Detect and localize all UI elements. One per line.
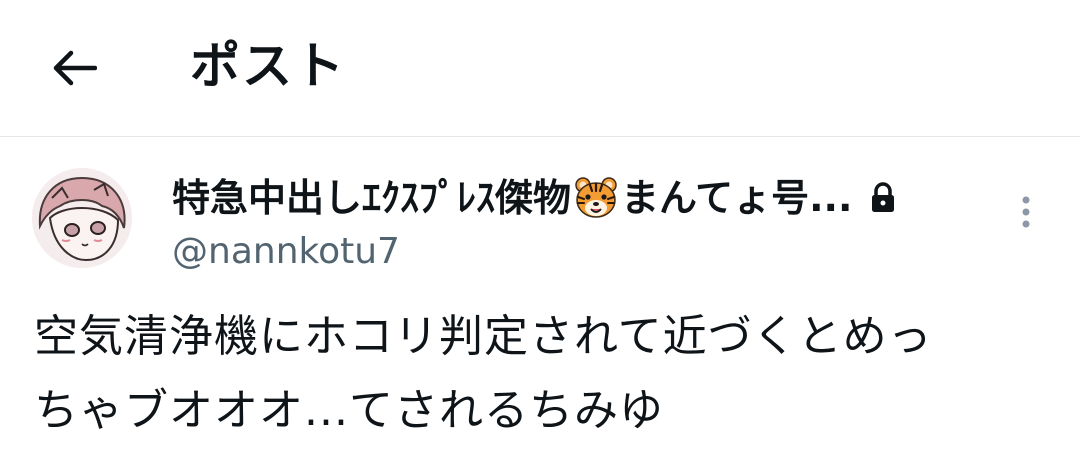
- post-text-line: 空気清浄機にホコリ判定されて近づくとめっ: [34, 311, 933, 362]
- tiger-face-icon: [575, 177, 617, 218]
- lock-icon: [872, 182, 895, 212]
- display-name-text: 特急中出しｴｸｽﾌﾟﾚｽ傑物: [172, 176, 572, 220]
- more-vertical-icon: [1022, 196, 1030, 228]
- more-options-button[interactable]: [1006, 188, 1046, 236]
- avatar[interactable]: [32, 168, 132, 268]
- author-display-name[interactable]: 特急中出しｴｸｽﾌﾟﾚｽ傑物 まんてょ号...: [172, 170, 896, 226]
- top-bar: ポスト: [0, 0, 1080, 137]
- back-button[interactable]: [40, 36, 108, 100]
- author-handle[interactable]: @nannkotu7: [172, 228, 400, 276]
- post-text: 空気清浄機にホコリ判定されて近づくとめっ ちゃブオオオ...てされるちみゆ: [34, 300, 1044, 448]
- arrow-left-icon: [53, 50, 97, 86]
- avatar-illustration-icon: [32, 168, 132, 268]
- post-text-line: ちゃブオオオ...てされるちみゆ: [34, 385, 664, 436]
- page-title: ポスト: [190, 37, 346, 95]
- display-name-suffix: まんてょ号...: [621, 176, 853, 220]
